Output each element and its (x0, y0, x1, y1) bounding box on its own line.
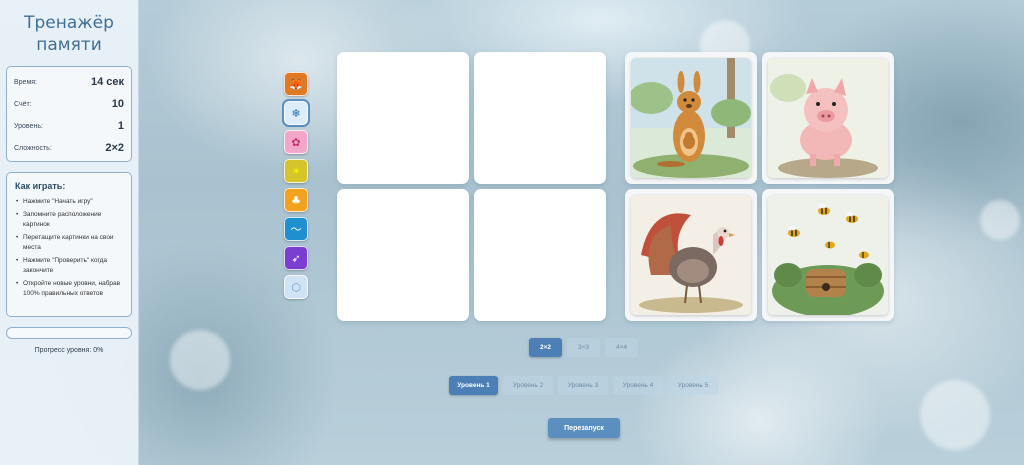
mushroom-icon: ♣ (291, 193, 301, 207)
theme-button-snowflake[interactable]: ❄ (282, 99, 310, 127)
card-slot-empty[interactable] (337, 52, 469, 184)
howto-item: Запомните расположение картинок (15, 210, 123, 230)
level-button-5[interactable]: Уровень 5 (668, 376, 718, 395)
level-progress-bar (6, 327, 132, 339)
card-turkey[interactable] (625, 189, 757, 321)
stat-level-label: Уровень: (14, 122, 43, 130)
gem-icon: ⬡ (291, 280, 301, 294)
stats-panel: Время: 14 сек Счёт: 10 Уровень: 1 Сложно… (6, 66, 132, 162)
size-button-3x3[interactable]: 3×3 (567, 338, 600, 357)
size-button-2x2[interactable]: 2×2 (529, 338, 562, 357)
stat-time-value: 14 сек (90, 76, 124, 88)
howto-title: Как играть: (15, 181, 66, 191)
level-button-2[interactable]: Уровень 2 (503, 376, 553, 395)
theme-button-gem[interactable]: ⬡ (284, 275, 308, 299)
card-slot-empty[interactable] (474, 52, 606, 184)
stat-score-label: Счёт: (14, 100, 32, 108)
howto-panel: Как играть: Нажмите "Начать игру" Запомн… (6, 172, 132, 317)
theme-button-fox[interactable]: 🦊 (284, 72, 308, 96)
theme-button-flower[interactable]: ✿ (284, 130, 308, 154)
level-button-3[interactable]: Уровень 3 (558, 376, 608, 395)
card-bees[interactable] (762, 189, 894, 321)
stat-time-label: Время: (14, 78, 38, 86)
sidebar: Тренажёр памяти Время: 14 сек Счёт: 10 У… (0, 0, 139, 465)
card-pig[interactable] (762, 52, 894, 184)
app-title: Тренажёр памяти (24, 13, 114, 55)
card-slot-empty[interactable] (337, 189, 469, 321)
theme-selector: 🦊 ❄ ✿ ☀ ♣ 〜 ➶ ⬡ (282, 72, 310, 304)
kangaroo-image (631, 58, 751, 178)
theme-button-sun[interactable]: ☀ (284, 159, 308, 183)
howto-item: Нажмите "Начать игру" (15, 197, 123, 207)
theme-button-rocket[interactable]: ➶ (284, 246, 308, 270)
flower-icon: ✿ (291, 135, 301, 149)
wave-icon: 〜 (290, 223, 302, 236)
stat-level-value: 1 (117, 120, 124, 132)
stat-difficulty-label: Сложность: (14, 144, 52, 152)
snowflake-icon: ❄ (291, 106, 301, 120)
stat-score-value: 10 (111, 98, 124, 110)
stat-difficulty-value: 2×2 (105, 142, 124, 154)
bees-image (768, 195, 888, 315)
size-button-4x4[interactable]: 4×4 (605, 338, 638, 357)
sun-icon: ☀ (291, 164, 301, 178)
level-button-4[interactable]: Уровень 4 (613, 376, 663, 395)
stat-level: Уровень: 1 (14, 115, 124, 137)
theme-button-wave[interactable]: 〜 (284, 217, 308, 241)
rocket-icon: ➶ (291, 251, 301, 265)
turkey-image (631, 195, 751, 315)
card-slot-empty[interactable] (474, 189, 606, 321)
fox-icon: 🦊 (289, 77, 303, 91)
stat-time: Время: 14 сек (14, 71, 124, 93)
theme-button-mushroom[interactable]: ♣ (284, 188, 308, 212)
howto-list: Нажмите "Начать игру" Запомните располож… (15, 197, 123, 299)
howto-item: Перетащите картинки на свои места (15, 233, 123, 253)
stat-score: Счёт: 10 (14, 93, 124, 115)
howto-item: Нажмите "Проверить" когда закончите (15, 256, 123, 276)
level-progress-text: Прогресс уровня: 0% (34, 347, 104, 354)
restart-button[interactable]: Перезапуск (548, 418, 620, 438)
howto-item: Откройте новые уровни, набрав 100% прави… (15, 279, 123, 299)
card-kangaroo[interactable] (625, 52, 757, 184)
level-button-1[interactable]: Уровень 1 (449, 376, 498, 395)
pig-image (768, 58, 888, 178)
stat-difficulty: Сложность: 2×2 (14, 137, 124, 159)
